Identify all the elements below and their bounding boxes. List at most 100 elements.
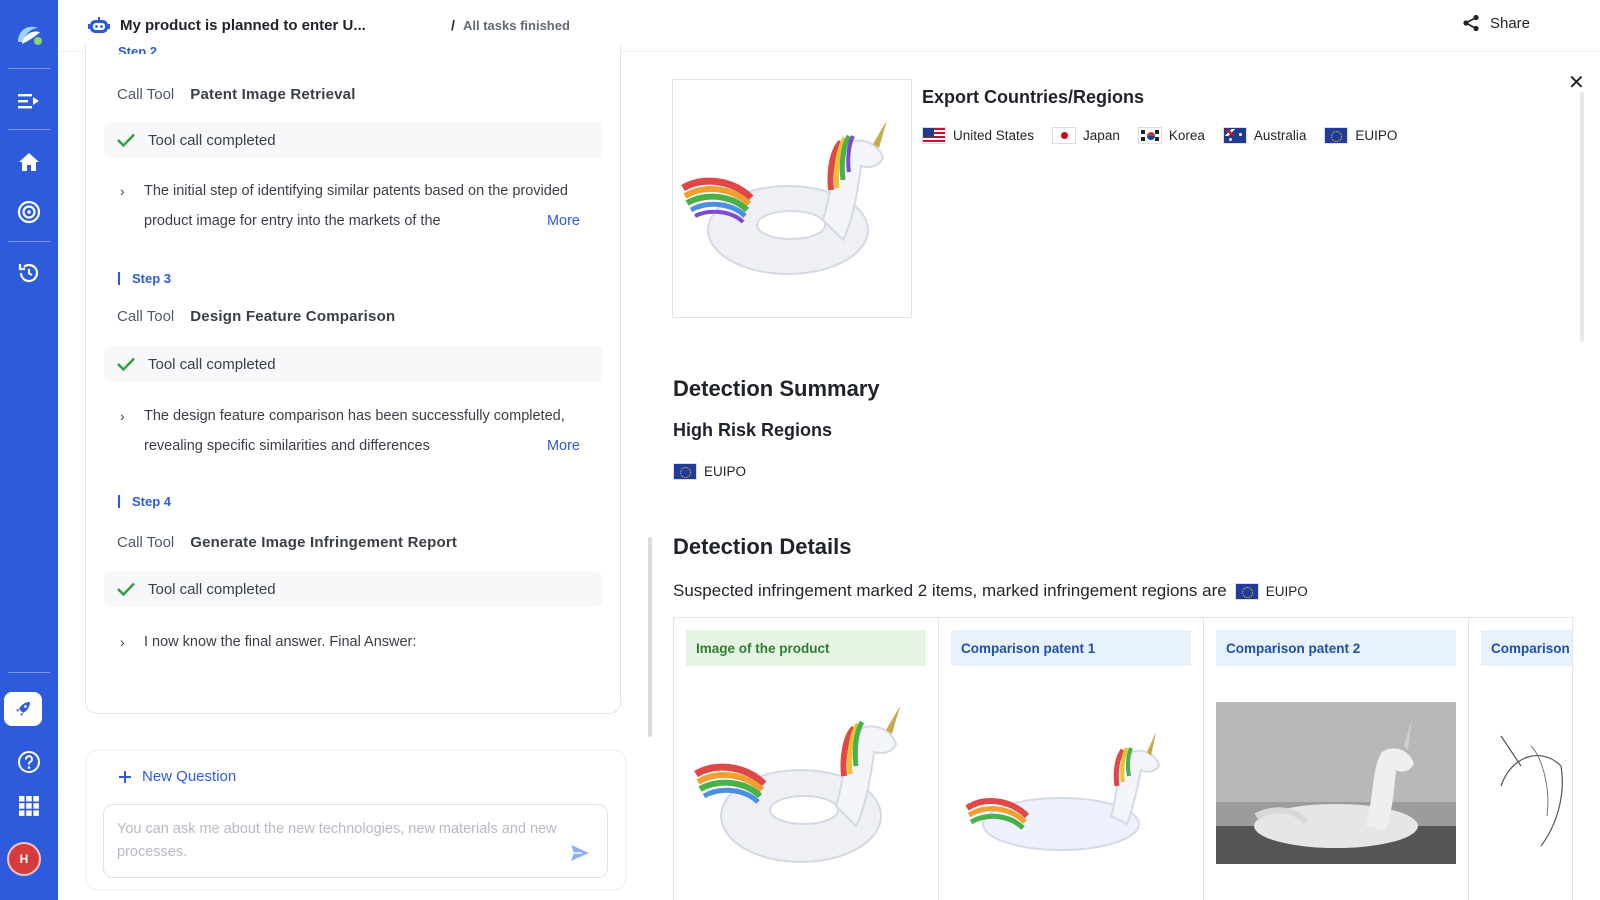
suspected-text: Suspected infringement marked 2 items, m… <box>673 581 1227 601</box>
product-photo[interactable] <box>686 666 926 900</box>
more-link[interactable]: More <box>541 206 580 236</box>
expand-sidebar-icon[interactable] <box>8 80 50 122</box>
check-icon <box>116 581 136 597</box>
patent-2-image[interactable] <box>1216 666 1456 900</box>
region-label: EUIPO <box>704 464 746 479</box>
step-label-text: Step 4 <box>132 494 171 509</box>
chevron-right-icon: › <box>120 176 125 206</box>
report-scrollbar[interactable] <box>1580 92 1584 342</box>
rail-divider <box>8 68 50 69</box>
step4-completed: Tool call completed <box>104 571 602 607</box>
australia-flag-icon <box>1223 127 1247 144</box>
column-header: Comparison <box>1481 630 1573 666</box>
product-image <box>672 79 912 318</box>
summary-text: The design feature comparison has been s… <box>144 401 580 461</box>
unicorn-float-illustration <box>951 666 1191 900</box>
step3-call-row: Call ToolDesign Feature Comparison <box>117 308 395 325</box>
summary-text: I now know the final answer. Final Answe… <box>144 627 580 657</box>
check-icon <box>116 356 136 372</box>
rail-divider <box>8 241 50 242</box>
eu-flag-icon <box>1324 127 1348 144</box>
suspected-infringement-line: Suspected infringement marked 2 items, m… <box>673 581 1308 601</box>
step4-call-row: Call ToolGenerate Image Infringement Rep… <box>117 534 457 551</box>
comparison-patent-2-column: Comparison patent 2 <box>1204 618 1469 900</box>
eu-flag-icon <box>1235 583 1259 600</box>
unicorn-float-illustration <box>673 80 913 319</box>
region-chip-korea: Korea <box>1138 127 1205 144</box>
eu-flag-icon <box>673 463 697 480</box>
plus-icon <box>118 770 132 784</box>
step3-summary[interactable]: › The design feature comparison has been… <box>120 401 580 461</box>
history-icon[interactable] <box>8 252 50 294</box>
japan-flag-icon <box>1052 127 1076 144</box>
call-tool-prefix: Call Tool <box>117 86 174 103</box>
region-label: EUIPO <box>1266 584 1308 599</box>
unicorn-float-illustration <box>686 666 926 900</box>
us-flag-icon <box>922 127 946 144</box>
korea-flag-icon <box>1138 127 1162 144</box>
question-placeholder: You can ask me about the new technologie… <box>117 818 567 864</box>
step-label-text: Step 3 <box>132 271 171 286</box>
region-label: United States <box>953 128 1034 143</box>
step3-label: Step 3 <box>118 271 171 286</box>
rocket-icon[interactable] <box>4 692 42 726</box>
step-label-cut: Step 2 <box>118 44 157 54</box>
high-risk-region-chip: EUIPO <box>673 463 746 480</box>
new-question-label: New Question <box>142 768 236 785</box>
user-avatar[interactable]: H <box>7 842 41 876</box>
comparison-grid: Image of the product Comparison patent 1 <box>673 617 1573 900</box>
region-label: Australia <box>1254 128 1307 143</box>
step2-summary[interactable]: › The initial step of identifying simila… <box>120 176 580 236</box>
help-icon[interactable] <box>8 741 50 783</box>
tool-name: Patent Image Retrieval <box>190 86 355 103</box>
region-chip-australia: Australia <box>1223 127 1307 144</box>
step3-completed: Tool call completed <box>104 346 602 382</box>
column-header: Comparison patent 2 <box>1216 630 1456 666</box>
chevron-right-icon: › <box>120 401 125 431</box>
completed-label: Tool call completed <box>148 581 276 598</box>
panel-scrollbar[interactable] <box>648 537 652 737</box>
column-header: Image of the product <box>686 630 926 666</box>
unicorn-photo-grayscale <box>1216 666 1456 900</box>
patent-1-image[interactable] <box>951 666 1191 900</box>
apps-grid-icon[interactable] <box>8 785 50 827</box>
suspected-region-chip: EUIPO <box>1235 583 1308 600</box>
summary-text: The initial step of identifying similar … <box>144 176 580 236</box>
region-label: Korea <box>1169 128 1205 143</box>
app-logo-icon[interactable] <box>8 14 50 56</box>
region-label: Japan <box>1083 128 1120 143</box>
share-button[interactable]: Share <box>1462 14 1530 32</box>
detection-details-title: Detection Details <box>673 534 852 560</box>
tool-name: Design Feature Comparison <box>190 308 395 325</box>
home-icon[interactable] <box>8 141 50 183</box>
task-title: My product is planned to enter U... <box>120 17 366 34</box>
region-chip-euipo: EUIPO <box>1324 127 1397 144</box>
task-status: All tasks finished <box>463 18 570 33</box>
rail-divider <box>8 672 50 673</box>
step4-summary[interactable]: › I now know the final answer. Final Ans… <box>120 627 580 657</box>
tool-name: Generate Image Infringement Report <box>190 534 457 551</box>
more-link[interactable]: More <box>541 431 580 461</box>
share-icon <box>1462 14 1480 32</box>
column-header: Comparison patent 1 <box>951 630 1191 666</box>
send-icon[interactable] <box>570 844 590 862</box>
completed-label: Tool call completed <box>148 356 276 373</box>
left-rail: H <box>0 0 58 900</box>
chevron-right-icon: › <box>120 627 125 657</box>
robot-icon <box>88 16 110 34</box>
broadcast-icon[interactable] <box>8 191 50 233</box>
step2-call-row: Call Tool Patent Image Retrieval <box>117 86 356 103</box>
rail-divider <box>8 129 50 130</box>
region-chip-japan: Japan <box>1052 127 1120 144</box>
detection-summary-title: Detection Summary <box>673 376 880 402</box>
breadcrumb-separator: / <box>451 17 455 33</box>
new-question-button[interactable]: New Question <box>118 768 236 785</box>
comparison-patent-1-column: Comparison patent 1 <box>939 618 1204 900</box>
completed-label: Tool call completed <box>148 132 276 149</box>
product-image-column: Image of the product <box>674 618 939 900</box>
export-regions-title: Export Countries/Regions <box>922 87 1144 108</box>
comparison-column-partial: Comparison <box>1469 618 1573 900</box>
patent-3-image[interactable] <box>1481 666 1573 900</box>
unicorn-line-drawing <box>1481 666 1573 900</box>
step4-label: Step 4 <box>118 494 171 509</box>
